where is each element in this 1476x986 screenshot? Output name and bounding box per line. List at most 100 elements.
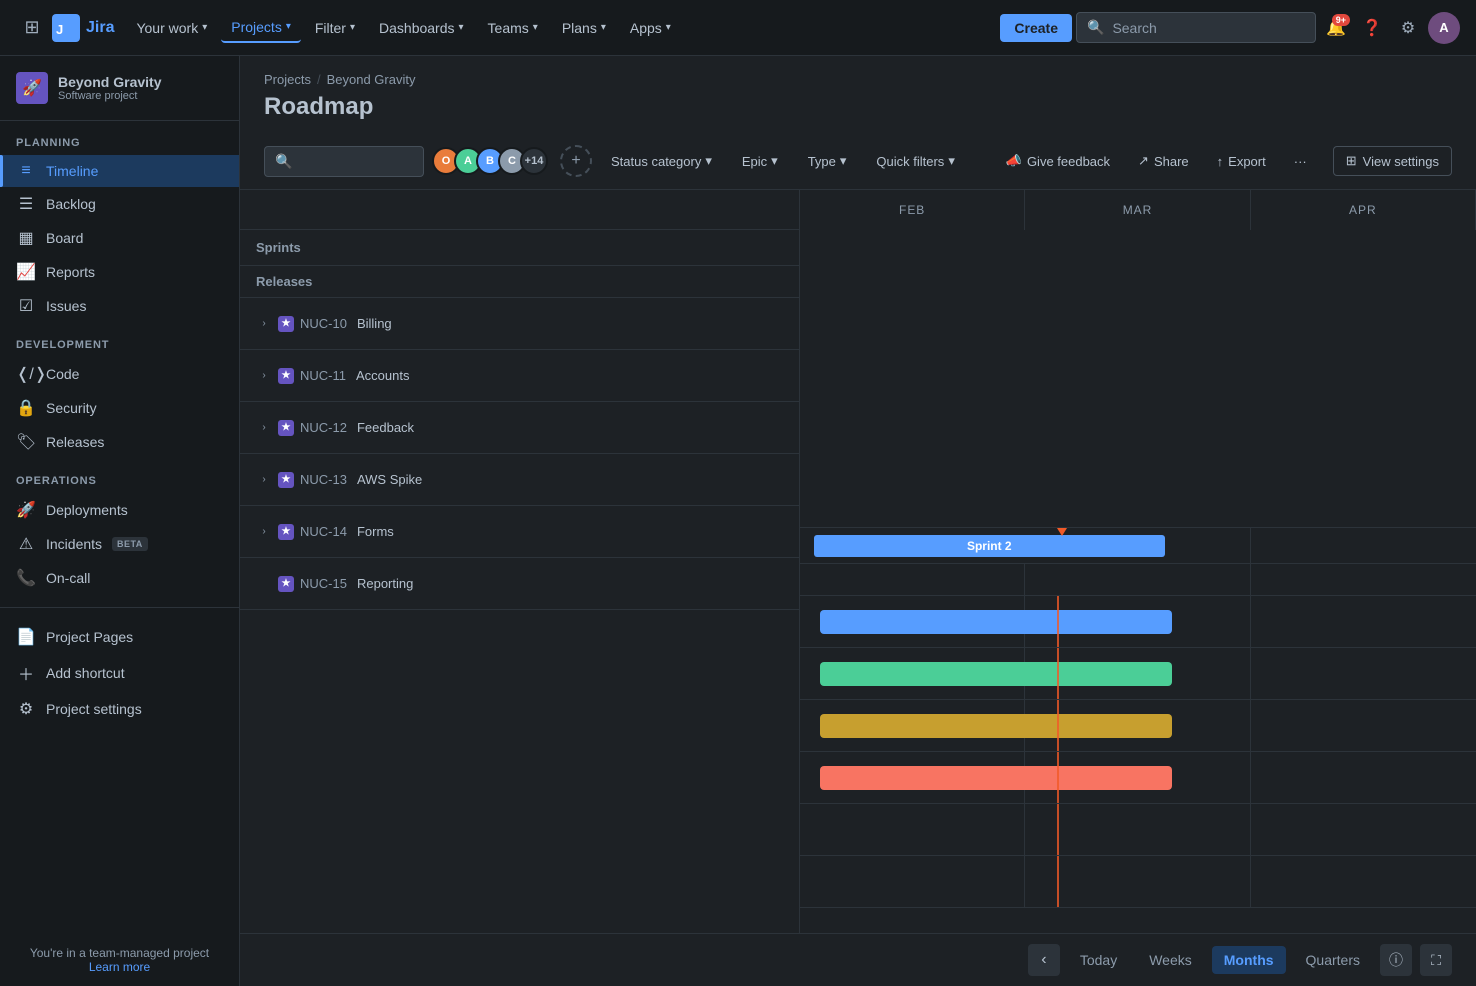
expand-icon[interactable]: ›: [256, 420, 272, 436]
issue-type-icon: ★: [278, 524, 294, 540]
sidebar-item-project-pages[interactable]: 📄 Project Pages: [0, 620, 239, 654]
today-line: [1057, 804, 1059, 855]
sidebar-item-incidents[interactable]: ⚠ Incidents BETA: [0, 527, 239, 561]
reports-icon: 📈: [16, 262, 36, 282]
status-category-filter[interactable]: Status category ▾: [600, 147, 723, 175]
board-icon: ▦: [16, 228, 36, 248]
project-info: Beyond Gravity Software project: [58, 74, 161, 102]
gantt-col-1: [800, 856, 1025, 907]
sidebar-item-label: Add shortcut: [46, 665, 125, 681]
create-button[interactable]: Create: [1000, 14, 1072, 42]
sprint-2-bar: Sprint 2: [814, 535, 1166, 557]
main-content: Projects / Beyond Gravity Roadmap 🔍 O A …: [240, 56, 1476, 986]
releases-label: Releases: [256, 274, 312, 289]
sidebar-item-reports[interactable]: 📈 Reports: [0, 255, 239, 289]
sidebar-item-timeline[interactable]: ≡ Timeline: [0, 155, 239, 187]
months-button[interactable]: Months: [1212, 946, 1286, 974]
sidebar-item-issues[interactable]: ☑ Issues: [0, 289, 239, 323]
search-bar[interactable]: 🔍 Search: [1076, 12, 1316, 43]
quick-filters[interactable]: Quick filters ▾: [865, 147, 965, 175]
table-row[interactable]: ›★NUC-13AWS Spike: [240, 454, 799, 506]
oncall-icon: 📞: [16, 568, 36, 588]
nav-apps[interactable]: Apps ▾: [620, 14, 681, 42]
gantt-bar[interactable]: [820, 662, 1172, 686]
today-line: [1057, 700, 1059, 751]
apps-grid-icon[interactable]: ⊞: [16, 12, 48, 44]
sidebar-item-releases[interactable]: 🏷 Releases: [0, 425, 239, 459]
today-button[interactable]: Today: [1068, 946, 1129, 974]
breadcrumb-beyond-gravity[interactable]: Beyond Gravity: [327, 72, 416, 87]
gantt-bar[interactable]: [820, 714, 1172, 738]
nav-your-work[interactable]: Your work ▾: [126, 14, 217, 42]
sidebar-item-board[interactable]: ▦ Board: [0, 221, 239, 255]
settings-button[interactable]: ⚙: [1392, 12, 1424, 44]
issue-key: NUC-14: [300, 524, 347, 539]
share-button[interactable]: ↗ Share: [1128, 147, 1199, 175]
sidebar-item-deployments[interactable]: 🚀 Deployments: [0, 493, 239, 527]
gantt-bar[interactable]: [820, 766, 1172, 790]
sidebar-item-label: Deployments: [46, 502, 128, 518]
nav-filter[interactable]: Filter ▾: [305, 14, 365, 42]
add-person-button[interactable]: +: [560, 145, 592, 177]
sidebar-item-label: Timeline: [46, 163, 98, 179]
quarters-button[interactable]: Quarters: [1294, 946, 1372, 974]
nav-projects[interactable]: Projects ▾: [221, 13, 301, 43]
sidebar-item-label: Reports: [46, 264, 95, 280]
sprint-bar-row: Sprint 2: [800, 528, 1476, 564]
bottom-bar: ‹ Today Weeks Months Quarters ⓘ ⛶: [240, 933, 1476, 986]
help-button[interactable]: ❓: [1356, 12, 1388, 44]
expand-icon[interactable]: ›: [256, 472, 272, 488]
toolbar-search[interactable]: 🔍: [264, 146, 424, 177]
scroll-left-button[interactable]: ‹: [1028, 944, 1060, 976]
nav-teams[interactable]: Teams ▾: [478, 14, 548, 42]
table-row[interactable]: ★NUC-15Reporting: [240, 558, 799, 610]
page-title: Roadmap: [264, 93, 1452, 121]
user-avatar[interactable]: A: [1428, 12, 1460, 44]
project-type: Software project: [58, 90, 161, 102]
project-icon: 🚀: [16, 72, 48, 104]
issue-rows: ›★NUC-10Billing›★NUC-11Accounts›★NUC-12F…: [240, 298, 799, 933]
today-triangle: [1057, 528, 1067, 536]
roadmap-grid: Sprints Releases ›★NUC-10Billing›★NUC-11…: [240, 190, 1476, 933]
view-settings-button[interactable]: ⊞ View settings: [1333, 146, 1452, 176]
table-row[interactable]: ›★NUC-10Billing: [240, 298, 799, 350]
issue-title: Billing: [357, 316, 392, 331]
breadcrumb-projects[interactable]: Projects: [264, 72, 311, 87]
more-options-button[interactable]: ···: [1284, 148, 1317, 175]
epic-filter[interactable]: Epic ▾: [731, 147, 789, 175]
sidebar-divider: [0, 607, 239, 608]
export-button[interactable]: ↑ Export: [1207, 148, 1276, 175]
gantt-bar[interactable]: [820, 610, 1172, 634]
fullscreen-button[interactable]: ⛶: [1420, 944, 1452, 976]
operations-label: OPERATIONS: [0, 459, 239, 493]
expand-icon[interactable]: ›: [256, 316, 272, 332]
sidebar-item-code[interactable]: ❬/❭ Code: [0, 357, 239, 391]
weeks-button[interactable]: Weeks: [1137, 946, 1204, 974]
development-label: DEVELOPMENT: [0, 323, 239, 357]
table-row[interactable]: ›★NUC-14Forms: [240, 506, 799, 558]
sidebar-item-label: Releases: [46, 434, 104, 450]
beta-badge: BETA: [112, 537, 148, 551]
sidebar-item-label: Project Pages: [46, 629, 133, 645]
sidebar-footer: You're in a team-managed project Learn m…: [0, 934, 239, 986]
sidebar-item-project-settings[interactable]: ⚙ Project settings: [0, 692, 239, 726]
table-row[interactable]: ›★NUC-12Feedback: [240, 402, 799, 454]
sidebar-item-add-shortcut[interactable]: ＋ Add shortcut: [0, 654, 239, 692]
nav-dashboards[interactable]: Dashboards ▾: [369, 14, 474, 42]
expand-icon[interactable]: ›: [256, 368, 272, 384]
notifications-button[interactable]: 🔔 9+: [1320, 12, 1352, 44]
avatar-count[interactable]: +14: [520, 147, 548, 175]
info-button[interactable]: ⓘ: [1380, 944, 1412, 976]
type-filter[interactable]: Type ▾: [797, 147, 858, 175]
main-header: Projects / Beyond Gravity Roadmap: [240, 56, 1476, 133]
sidebar-item-backlog[interactable]: ☰ Backlog: [0, 187, 239, 221]
table-row[interactable]: ›★NUC-11Accounts: [240, 350, 799, 402]
sidebar-footer-link[interactable]: Learn more: [89, 960, 150, 974]
sidebar-item-security[interactable]: 🔒 Security: [0, 391, 239, 425]
gantt-col-1: [800, 804, 1025, 855]
sidebar-item-oncall[interactable]: 📞 On-call: [0, 561, 239, 595]
nav-plans[interactable]: Plans ▾: [552, 14, 616, 42]
expand-icon[interactable]: ›: [256, 524, 272, 540]
give-feedback-button[interactable]: 📣 Give feedback: [996, 147, 1120, 175]
sidebar-item-label: Project settings: [46, 701, 142, 717]
